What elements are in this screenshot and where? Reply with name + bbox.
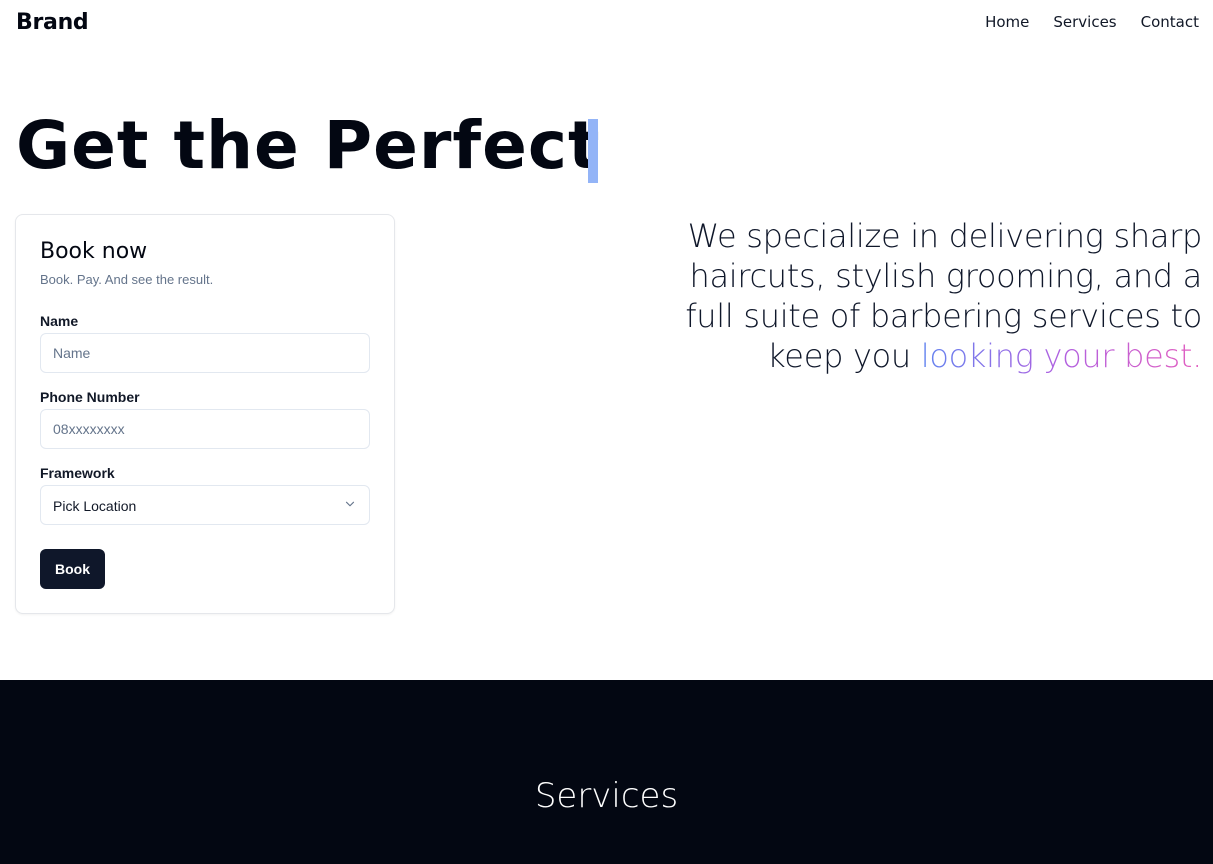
location-select-value: Pick Location [53,498,137,514]
phone-label: Phone Number [40,389,140,405]
book-button[interactable]: Book [40,549,105,589]
hero-title: Get the Perfect [16,107,601,184]
nav-link-services[interactable]: Services [1053,13,1116,31]
framework-label: Framework [40,465,115,481]
nav-link-contact[interactable]: Contact [1141,13,1199,31]
tagline-highlight: looking your best. [920,337,1203,375]
services-title: Services [534,776,679,816]
name-input[interactable] [40,333,370,373]
nav-links: Home Services Contact [985,13,1199,31]
booking-subtitle: Book. Pay. And see the result. [40,272,214,287]
hero-tagline: We specialize in delivering sharp haircu… [642,216,1202,376]
navbar: Brand Home Services Contact [0,0,1213,48]
brand-logo[interactable]: Brand [16,10,89,35]
phone-input[interactable] [40,409,370,449]
nav-link-home[interactable]: Home [985,13,1029,31]
location-select[interactable]: Pick Location [40,485,370,525]
booking-card: Book now Book. Pay. And see the result. … [15,214,395,614]
typing-cursor [588,119,598,183]
booking-title: Book now [40,239,148,264]
chevron-down-icon [345,501,355,507]
name-label: Name [40,313,79,329]
services-section: Services [0,680,1213,864]
